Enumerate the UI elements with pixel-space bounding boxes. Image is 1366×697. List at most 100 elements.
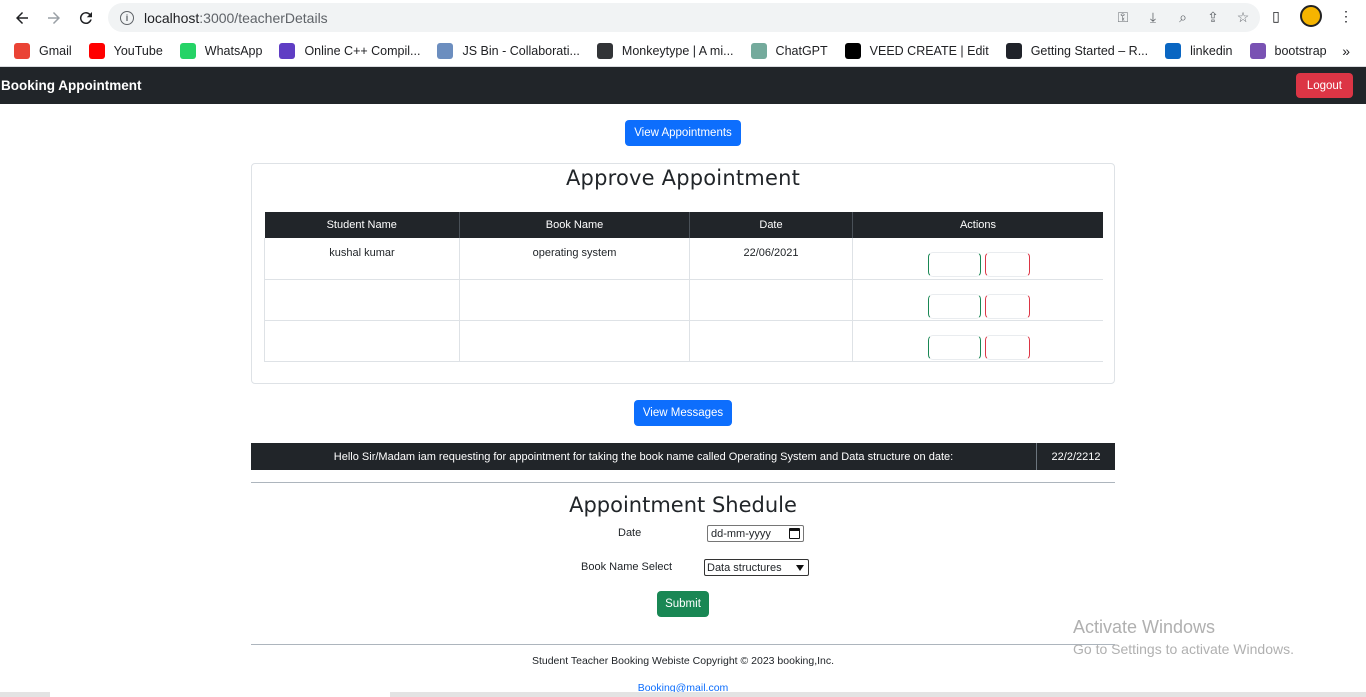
- bookmark-item[interactable]: bootstrap: [1249, 42, 1327, 59]
- whatsapp-icon: [179, 42, 196, 59]
- message-date: 22/2/2212: [1051, 450, 1101, 463]
- cell-student: kushal kumar: [264, 238, 460, 280]
- jsbin-icon: [437, 42, 454, 59]
- bookmark-item[interactable]: WhatsApp: [179, 42, 263, 59]
- bookmark-item[interactable]: YouTube: [88, 42, 163, 59]
- bookmark-item[interactable]: Monkeytype | A mi...: [596, 42, 734, 59]
- brand-title[interactable]: Booking Appointment: [1, 78, 141, 93]
- cell-book: [459, 320, 690, 362]
- approve-button[interactable]: [927, 252, 981, 277]
- bookmark-label: YouTube: [113, 43, 163, 58]
- reject-button[interactable]: [984, 252, 1030, 277]
- bookmark-item[interactable]: VEED CREATE | Edit: [844, 42, 989, 59]
- bookmark-item[interactable]: linkedin: [1165, 42, 1233, 59]
- date-field[interactable]: dd-mm-yyyy: [707, 525, 804, 542]
- gmail-icon: [14, 42, 30, 59]
- address-bar[interactable]: i localhost:3000/teacherDetails ⚿ ⤓ ⌕ ⇪ …: [108, 3, 1260, 32]
- message-text: Hello Sir/Madam iam requesting for appoi…: [251, 443, 1037, 470]
- bookmark-item[interactable]: ChatGPT: [750, 42, 828, 59]
- divider: [251, 482, 1115, 483]
- youtube-icon: [88, 42, 105, 59]
- reject-button[interactable]: [984, 293, 1030, 319]
- windows-activation-subtitle: Go to Settings to activate Windows.: [1073, 641, 1294, 657]
- appointments-table: Student Name Book Name Date Actions kush…: [264, 212, 1103, 362]
- reload-button[interactable]: [70, 2, 102, 34]
- submit-button[interactable]: Submit: [657, 591, 709, 617]
- bookmark-item[interactable]: Getting Started – R...: [1005, 42, 1149, 59]
- back-button[interactable]: [6, 2, 38, 34]
- book-selected-value: Data structures: [707, 561, 782, 574]
- app-navbar: Booking Appointment Logout: [0, 67, 1366, 104]
- more-bookmarks-icon[interactable]: »: [1342, 43, 1350, 59]
- bookmarks-bar: Gmail YouTube WhatsApp Online C++ Compil...…: [0, 35, 1366, 67]
- cell-actions: [852, 238, 1103, 280]
- arrow-left-icon: [16, 11, 28, 24]
- chatgpt-icon: [750, 42, 767, 59]
- zoom-icon[interactable]: ⌕: [1174, 8, 1192, 26]
- approve-button[interactable]: [927, 293, 981, 319]
- site-info-icon[interactable]: i: [120, 10, 134, 25]
- book-name-select[interactable]: Data structures: [704, 559, 809, 576]
- header-date: Date: [689, 212, 853, 238]
- arrow-right-icon: [48, 11, 60, 24]
- cell-student: [264, 320, 460, 362]
- header-actions: Actions: [852, 212, 1103, 238]
- reject-button[interactable]: [984, 334, 1030, 360]
- veed-icon: [844, 42, 861, 59]
- share-icon[interactable]: ⇪: [1204, 8, 1222, 26]
- bookmark-label: bootstrap: [1274, 43, 1327, 58]
- bookmark-item[interactable]: JS Bin - Collaborati...: [437, 42, 580, 59]
- logout-button[interactable]: Logout: [1295, 73, 1353, 98]
- cell-book: operating system: [459, 238, 690, 280]
- cell-date: 22/06/2021: [689, 238, 853, 280]
- bookmark-label: linkedin: [1190, 43, 1233, 58]
- reload-icon: [79, 11, 92, 24]
- bookmark-label: Online C++ Compil...: [304, 43, 421, 58]
- bookmark-label: VEED CREATE | Edit: [869, 43, 989, 58]
- bookmark-label: JS Bin - Collaborati...: [462, 43, 580, 58]
- date-placeholder: dd-mm-yyyy: [711, 527, 771, 540]
- cell-actions: [852, 320, 1103, 362]
- windows-activation-watermark: Activate Windows Go to Settings to activ…: [1073, 617, 1294, 657]
- horizontal-scrollbar[interactable]: [0, 692, 1366, 697]
- table-row: kushal kumar operating system 22/06/2021: [264, 238, 1103, 280]
- cell-date: [689, 320, 853, 362]
- chevron-down-icon: [796, 564, 804, 571]
- star-icon[interactable]: ☆: [1234, 8, 1252, 26]
- bookmark-item[interactable]: Gmail: [14, 42, 72, 59]
- bootstrap-icon: [1249, 42, 1266, 59]
- react-icon: [1005, 42, 1022, 59]
- bookmark-label: WhatsApp: [204, 43, 263, 58]
- view-appointments-button[interactable]: View Appointments: [625, 120, 741, 146]
- schedule-title: Appointment Shedule: [569, 493, 797, 517]
- compiler-icon: [279, 42, 296, 59]
- url-text: localhost:3000/teacherDetails: [144, 9, 328, 26]
- table-row: [264, 320, 1103, 362]
- book-select-label: Book Name Select: [581, 561, 673, 573]
- profile-avatar[interactable]: [1300, 5, 1322, 27]
- view-messages-button[interactable]: View Messages: [633, 400, 733, 426]
- windows-activation-title: Activate Windows: [1073, 617, 1216, 637]
- bookmark-item[interactable]: Online C++ Compil...: [279, 42, 421, 59]
- install-icon[interactable]: ⤓: [1144, 8, 1162, 26]
- scrollbar-thumb[interactable]: [50, 692, 390, 697]
- menu-dots-icon[interactable]: ⋮: [1336, 6, 1356, 26]
- cell-actions: [852, 279, 1103, 321]
- calendar-icon[interactable]: [789, 528, 800, 539]
- approve-card: Approve Appointment Student Name Book Na…: [251, 163, 1115, 384]
- approve-button[interactable]: [927, 334, 981, 360]
- bookmark-label: Gmail: [39, 43, 72, 58]
- footer-divider: [251, 644, 1115, 645]
- cell-date: [689, 279, 853, 321]
- cell-student: [264, 279, 460, 321]
- forward-button[interactable]: [38, 2, 70, 34]
- header-book-name: Book Name: [459, 212, 690, 238]
- side-panel-icon[interactable]: ▯: [1266, 6, 1286, 26]
- table-row: [264, 279, 1103, 321]
- browser-toolbar: i localhost:3000/teacherDetails ⚿ ⤓ ⌕ ⇪ …: [0, 0, 1366, 35]
- message-row: Hello Sir/Madam iam requesting for appoi…: [251, 443, 1115, 470]
- key-icon[interactable]: ⚿: [1114, 8, 1132, 26]
- date-label: Date: [618, 527, 642, 539]
- bookmark-label: Getting Started – R...: [1030, 43, 1149, 58]
- monkeytype-icon: [596, 42, 613, 59]
